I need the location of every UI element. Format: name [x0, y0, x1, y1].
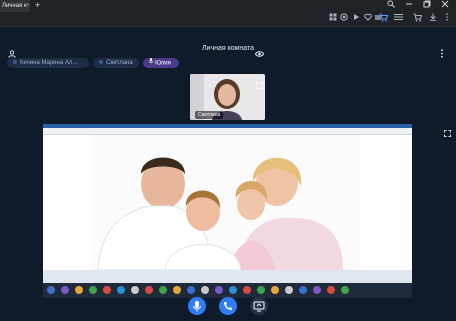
- screen-share-icon: [253, 301, 265, 312]
- mic-dot-icon: [99, 60, 103, 65]
- tab-close-icon[interactable]: ×: [26, 0, 32, 12]
- thumbnail-name-label: Светлана: [195, 111, 224, 119]
- record-icon[interactable]: [339, 13, 348, 22]
- heart-icon[interactable]: [363, 13, 372, 22]
- shared-screen-content: [43, 124, 412, 298]
- cart-icon[interactable]: [379, 13, 389, 22]
- participant-name: Юлия: [155, 60, 171, 67]
- close-icon[interactable]: [436, 0, 454, 12]
- microphone-icon: [193, 301, 201, 312]
- play-icon[interactable]: [351, 13, 360, 22]
- hangup-button[interactable]: [219, 297, 237, 315]
- participant-chip[interactable]: Светлана: [93, 58, 139, 68]
- new-tab-button[interactable]: +: [35, 0, 43, 12]
- restore-icon[interactable]: [418, 0, 436, 12]
- microphone-icon: [149, 58, 153, 68]
- shared-screen[interactable]: [43, 124, 412, 298]
- eye-icon[interactable]: [254, 45, 265, 57]
- expand-icon[interactable]: [256, 76, 263, 89]
- download-icon[interactable]: [428, 13, 437, 22]
- participant-name: Светлана: [106, 60, 133, 66]
- participant-chip[interactable]: Кечина Марина Ал...: [7, 58, 89, 68]
- screen-share-button[interactable]: [250, 297, 268, 315]
- room-title: Личная комната: [201, 45, 255, 52]
- participant-chip-active[interactable]: Юлия: [143, 58, 179, 68]
- microphone-button[interactable]: [188, 297, 206, 315]
- phone-icon: [224, 302, 232, 310]
- fullscreen-icon[interactable]: [444, 124, 451, 137]
- more-options-icon[interactable]: [440, 45, 444, 58]
- menu-lines-icon[interactable]: [394, 13, 403, 22]
- grid-icon[interactable]: [328, 13, 337, 22]
- minimize-icon[interactable]: [400, 0, 418, 12]
- cart-icon[interactable]: [413, 13, 423, 22]
- menu-icon[interactable]: [442, 13, 451, 22]
- participant-name: Кечина Марина Ал...: [20, 60, 78, 66]
- mic-dot-icon: [13, 60, 17, 65]
- search-icon[interactable]: [382, 0, 400, 12]
